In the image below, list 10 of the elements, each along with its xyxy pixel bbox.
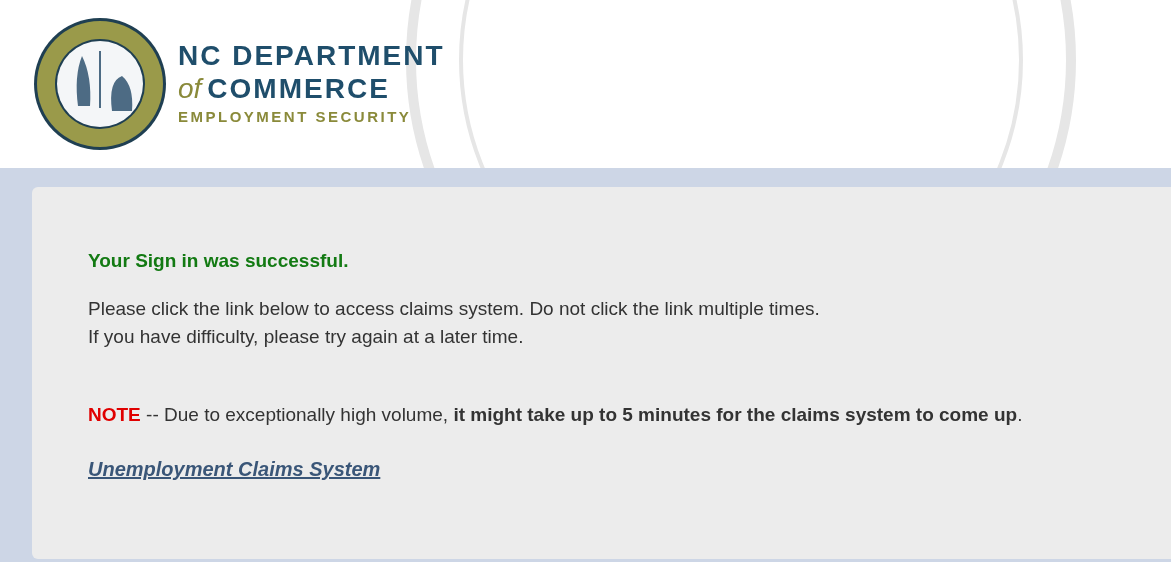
instruction-text: If you have difficulty, please try again at a later time. bbox=[88, 325, 525, 349]
note-text: -- Due to exceptionally high volume, it might take up to 5 minutes for the claims system to come up. bbox=[145, 404, 1023, 425]
instruction-text: Please click the link below to access claims system. Do not click the link multiple times. bbox=[88, 297, 821, 321]
claims-system-link[interactable]: Unemployment Claims System bbox=[88, 455, 381, 483]
logo-subtitle: COMMERCE bbox=[207, 73, 390, 105]
logo-title: NC DEPARTMENT bbox=[178, 39, 445, 73]
note-label: NOTE bbox=[88, 404, 141, 425]
logo-prefix: of bbox=[178, 73, 202, 105]
success-message: Your Sign in was successful. bbox=[88, 249, 350, 273]
logo-tagline: EMPLOYMENT SECURITY bbox=[178, 107, 413, 127]
